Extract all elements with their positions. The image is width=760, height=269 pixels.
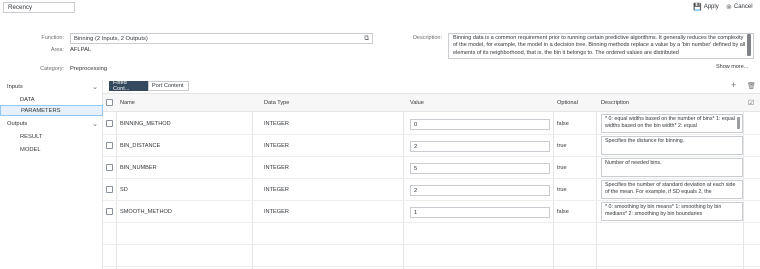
- param-description[interactable]: * 0: smoothing by bin means* 1: smoothin…: [601, 202, 743, 221]
- sidebar-item-result[interactable]: RESULT: [0, 131, 103, 142]
- column-settings-icon[interactable]: ☑: [748, 99, 754, 107]
- param-value-input[interactable]: 2: [410, 141, 550, 152]
- tab-fixed-content[interactable]: Fixed Cont...: [109, 80, 148, 92]
- param-description-text: Specifies the number of standard deviati…: [605, 182, 736, 195]
- sidebar-item-label: RESULT: [20, 133, 43, 140]
- select-all-checkbox[interactable]: [106, 99, 113, 106]
- sidebar-item-data[interactable]: DATA: [0, 94, 103, 105]
- outputs-group[interactable]: Outputs ⌄: [0, 118, 103, 129]
- function-value: Binning (2 Inputs, 2 Outputs): [74, 35, 148, 42]
- param-description-text: * 0: equal widths based on the number of…: [605, 116, 735, 129]
- header-optional: Optional: [557, 100, 578, 106]
- header-name: Name: [120, 100, 135, 106]
- title-input[interactable]: Recency: [3, 2, 75, 13]
- param-data-type: INTEGER: [264, 121, 289, 127]
- sidebar-item-parameters[interactable]: PARAMETERS: [0, 105, 103, 116]
- cancel-button[interactable]: ⊗ Cancel: [726, 1, 753, 12]
- sidebar-item-label: DATA: [20, 96, 35, 103]
- apply-button[interactable]: 💾 Apply: [693, 1, 719, 12]
- chevron-down-icon[interactable]: ⌄: [92, 83, 98, 91]
- sidebar-item-model[interactable]: MODEL: [0, 144, 103, 155]
- tab-port-content[interactable]: Port Content: [148, 81, 189, 91]
- apply-label: Apply: [703, 3, 719, 10]
- inputs-group[interactable]: Inputs ⌄: [0, 81, 103, 92]
- row-checkbox[interactable]: [106, 186, 113, 193]
- param-name: SMOOTH_METHOD: [120, 209, 172, 215]
- param-optional: false: [557, 209, 569, 215]
- ports-panel: Inputs ⌄ DATA PARAMETERS Outputs ⌄ RESUL…: [0, 80, 103, 269]
- param-name: BIN_DISTANCE: [120, 143, 161, 149]
- param-optional: false: [557, 121, 569, 127]
- param-value-input[interactable]: 0: [410, 119, 550, 130]
- header-description: Description: [601, 100, 629, 106]
- add-icon[interactable]: +: [731, 81, 736, 90]
- param-data-type: INTEGER: [264, 187, 289, 193]
- category-value: Preprocessing: [70, 66, 108, 72]
- param-description-text: Number of needed bins.: [605, 160, 662, 166]
- param-value-input[interactable]: 2: [410, 185, 550, 196]
- param-value-input[interactable]: 1: [410, 207, 550, 218]
- param-value-input[interactable]: 5: [410, 163, 550, 174]
- table-row: BINNING_METHOD INTEGER 0 false * 0: equa…: [103, 113, 760, 135]
- copy-icon[interactable]: ⧉: [364, 35, 369, 43]
- function-label: Function:: [41, 35, 64, 41]
- param-description[interactable]: * 0: equal widths based on the number of…: [601, 114, 743, 133]
- row-checkbox[interactable]: [106, 164, 113, 171]
- param-optional: true: [557, 187, 567, 193]
- table-row: SD INTEGER 2 true Specifies the number o…: [103, 179, 760, 201]
- description-scrollbar[interactable]: [737, 117, 740, 129]
- table-row: BIN_DISTANCE INTEGER 2 true Specifies th…: [103, 135, 760, 157]
- table-row-empty: [103, 223, 760, 245]
- param-data-type: INTEGER: [264, 209, 289, 215]
- row-checkbox[interactable]: [106, 208, 113, 215]
- area-label: Area:: [50, 47, 64, 53]
- param-description-text: * 0: smoothing by bin means* 1: smoothin…: [605, 204, 722, 217]
- param-name: BIN_NUMBER: [120, 165, 157, 171]
- cancel-label: Cancel: [733, 3, 753, 10]
- chevron-down-icon[interactable]: ⌄: [92, 120, 98, 128]
- param-data-type: INTEGER: [264, 165, 289, 171]
- header-value: Value: [410, 100, 424, 106]
- param-name: SD: [120, 187, 128, 193]
- header-data-type: Data Type: [264, 100, 290, 106]
- description-label: Description:: [412, 35, 442, 41]
- close-circle-icon: ⊗: [726, 3, 732, 11]
- area-value: AFLPAL: [70, 47, 92, 53]
- param-description-text: Specifies the distance for binning.: [605, 138, 685, 144]
- param-optional: true: [557, 165, 567, 171]
- sidebar-item-label: MODEL: [20, 146, 41, 153]
- table-row-empty: [103, 245, 760, 267]
- param-description[interactable]: Specifies the number of standard deviati…: [601, 180, 743, 199]
- inputs-label: Inputs: [7, 83, 23, 90]
- table-row: SMOOTH_METHOD INTEGER 1 false * 0: smoot…: [103, 201, 760, 223]
- outputs-label: Outputs: [7, 120, 28, 127]
- delete-icon[interactable]: 🗑: [747, 82, 756, 90]
- function-field[interactable]: Binning (2 Inputs, 2 Outputs) ⧉: [70, 33, 373, 44]
- show-more-link[interactable]: Show more...: [716, 64, 748, 70]
- row-checkbox[interactable]: [106, 120, 113, 127]
- description-scrollbar[interactable]: [747, 34, 751, 56]
- param-description[interactable]: Specifies the distance for binning.: [601, 136, 743, 155]
- category-label: Category:: [40, 66, 64, 72]
- sidebar-item-label: PARAMETERS: [21, 107, 61, 114]
- save-icon: 💾: [693, 3, 702, 11]
- table-header: Name Data Type Value Optional Descriptio…: [103, 93, 760, 112]
- row-checkbox[interactable]: [106, 142, 113, 149]
- param-description[interactable]: Number of needed bins.: [601, 158, 743, 177]
- param-name: BINNING_METHOD: [120, 121, 171, 127]
- param-data-type: INTEGER: [264, 143, 289, 149]
- table-row: BIN_NUMBER INTEGER 5 true Number of need…: [103, 157, 760, 179]
- parameters-table: Name Data Type Value Optional Descriptio…: [103, 93, 760, 269]
- param-optional: true: [557, 143, 567, 149]
- description-field[interactable]: Binning data is a common requirement pri…: [448, 33, 754, 59]
